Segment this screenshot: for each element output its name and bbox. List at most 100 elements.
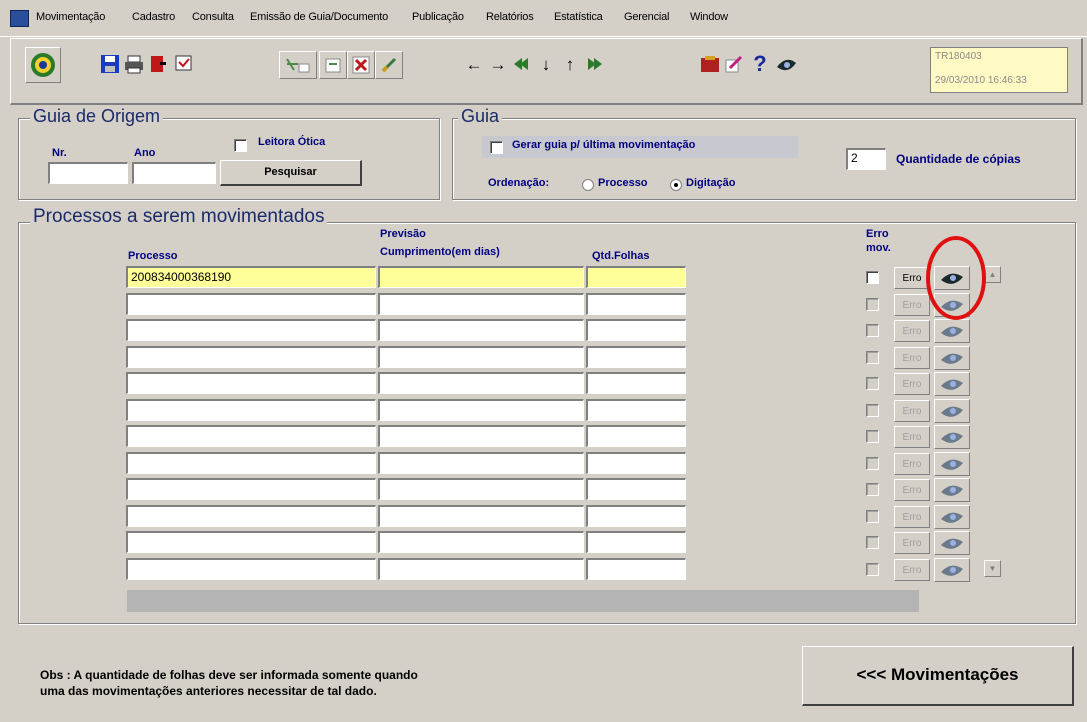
menu-emissao-guia[interactable]: Emissão de Guia/Documento [250, 11, 388, 23]
ordenacao-digitacao-radio[interactable] [670, 179, 682, 191]
eye-view-button[interactable] [934, 558, 970, 582]
erro-mov-checkbox[interactable] [866, 457, 879, 470]
leitora-otica-checkbox[interactable] [234, 139, 247, 152]
previsao-cell[interactable] [378, 505, 584, 527]
erro-button[interactable]: Erro [894, 506, 930, 528]
erro-button[interactable]: Erro [894, 532, 930, 554]
arrow-right-icon[interactable]: → [485, 51, 511, 77]
menu-consulta[interactable]: Consulta [192, 11, 234, 23]
query-icon[interactable] [279, 51, 317, 79]
processo-cell[interactable] [126, 319, 376, 341]
folhas-cell[interactable] [586, 293, 686, 315]
last-record-icon[interactable] [581, 51, 607, 77]
previsao-cell[interactable] [378, 558, 584, 580]
report-icon[interactable] [171, 51, 197, 77]
app-system-icon[interactable] [10, 10, 29, 27]
clear-icon[interactable] [375, 51, 403, 79]
erro-button[interactable]: Erro [894, 453, 930, 475]
previsao-cell[interactable] [378, 399, 584, 421]
menu-cadastro[interactable]: Cadastro [132, 11, 175, 23]
erro-mov-checkbox[interactable] [866, 324, 879, 337]
eye-view-button[interactable] [934, 425, 970, 449]
erro-mov-checkbox[interactable] [866, 404, 879, 417]
erro-mov-checkbox[interactable] [866, 351, 879, 364]
folhas-cell[interactable] [586, 425, 686, 447]
horizontal-scroll-area[interactable] [127, 590, 919, 612]
ordenacao-processo-radio[interactable] [582, 179, 594, 191]
eye-view-button[interactable] [934, 346, 970, 370]
copias-input[interactable]: 2 [846, 148, 886, 170]
folhas-cell[interactable] [586, 399, 686, 421]
edit-icon[interactable] [721, 51, 747, 77]
arrow-left-icon[interactable]: ← [461, 51, 487, 77]
processo-cell[interactable] [126, 346, 376, 368]
eye-view-button[interactable] [934, 452, 970, 476]
menu-gerencial[interactable]: Gerencial [624, 11, 669, 23]
save-icon[interactable] [97, 51, 123, 77]
processo-cell[interactable] [126, 452, 376, 474]
erro-button[interactable]: Erro [894, 400, 930, 422]
folhas-cell[interactable] [586, 505, 686, 527]
gerar-guia-checkbox[interactable] [490, 141, 503, 154]
folhas-cell[interactable] [586, 452, 686, 474]
erro-mov-checkbox[interactable] [866, 536, 879, 549]
folhas-cell[interactable] [586, 346, 686, 368]
first-record-icon[interactable] [509, 51, 535, 77]
movimentacoes-button[interactable]: <<< Movimentações [802, 646, 1074, 706]
previsao-cell[interactable] [378, 266, 584, 288]
processo-cell[interactable] [126, 293, 376, 315]
folhas-cell[interactable] [586, 531, 686, 553]
exit-icon[interactable] [145, 51, 171, 77]
processo-cell[interactable] [126, 399, 376, 421]
menu-publicacao[interactable]: Publicação [412, 11, 464, 23]
erro-mov-checkbox[interactable] [866, 298, 879, 311]
processo-cell[interactable] [126, 531, 376, 553]
erro-mov-checkbox[interactable] [866, 483, 879, 496]
erro-button[interactable]: Erro [894, 373, 930, 395]
previsao-cell[interactable] [378, 531, 584, 553]
eye-view-button[interactable] [934, 399, 970, 423]
processo-cell[interactable] [126, 558, 376, 580]
processo-cell[interactable] [126, 505, 376, 527]
folhas-cell[interactable] [586, 558, 686, 580]
menu-window[interactable]: Window [690, 11, 728, 23]
case-file-icon[interactable] [697, 51, 723, 77]
previsao-cell[interactable] [378, 372, 584, 394]
previsao-cell[interactable] [378, 293, 584, 315]
menu-movimentacao[interactable]: Movimentação [36, 11, 105, 23]
guia-ano-input[interactable] [132, 162, 216, 184]
eye-view-button[interactable] [934, 319, 970, 343]
delete-record-icon[interactable] [347, 51, 375, 79]
menu-estatistica[interactable]: Estatística [554, 11, 603, 23]
insert-record-icon[interactable] [319, 51, 347, 79]
previsao-cell[interactable] [378, 425, 584, 447]
folhas-cell[interactable] [586, 319, 686, 341]
help-icon[interactable]: ? [747, 51, 773, 77]
processo-cell[interactable]: 200834000368190 [126, 266, 376, 288]
folhas-cell[interactable] [586, 266, 686, 288]
arrow-down-icon[interactable]: ↓ [533, 51, 559, 77]
arrow-up-icon[interactable]: ↑ [557, 51, 583, 77]
previsao-cell[interactable] [378, 319, 584, 341]
erro-button[interactable]: Erro [894, 559, 930, 581]
eye-view-button[interactable] [934, 372, 970, 396]
processo-cell[interactable] [126, 425, 376, 447]
eye-view-icon[interactable] [773, 51, 799, 77]
erro-button[interactable]: Erro [894, 320, 930, 342]
menu-relatorios[interactable]: Relatórios [486, 11, 534, 23]
previsao-cell[interactable] [378, 478, 584, 500]
erro-button[interactable]: Erro [894, 426, 930, 448]
eye-view-button[interactable] [934, 531, 970, 555]
erro-button[interactable]: Erro [894, 479, 930, 501]
previsao-cell[interactable] [378, 452, 584, 474]
guia-nr-input[interactable] [48, 162, 128, 184]
processo-cell[interactable] [126, 372, 376, 394]
folhas-cell[interactable] [586, 372, 686, 394]
processo-cell[interactable] [126, 478, 376, 500]
erro-button[interactable]: Erro [894, 347, 930, 369]
erro-mov-checkbox[interactable] [866, 510, 879, 523]
folhas-cell[interactable] [586, 478, 686, 500]
erro-mov-checkbox[interactable] [866, 377, 879, 390]
erro-mov-checkbox[interactable] [866, 271, 879, 284]
previsao-cell[interactable] [378, 346, 584, 368]
